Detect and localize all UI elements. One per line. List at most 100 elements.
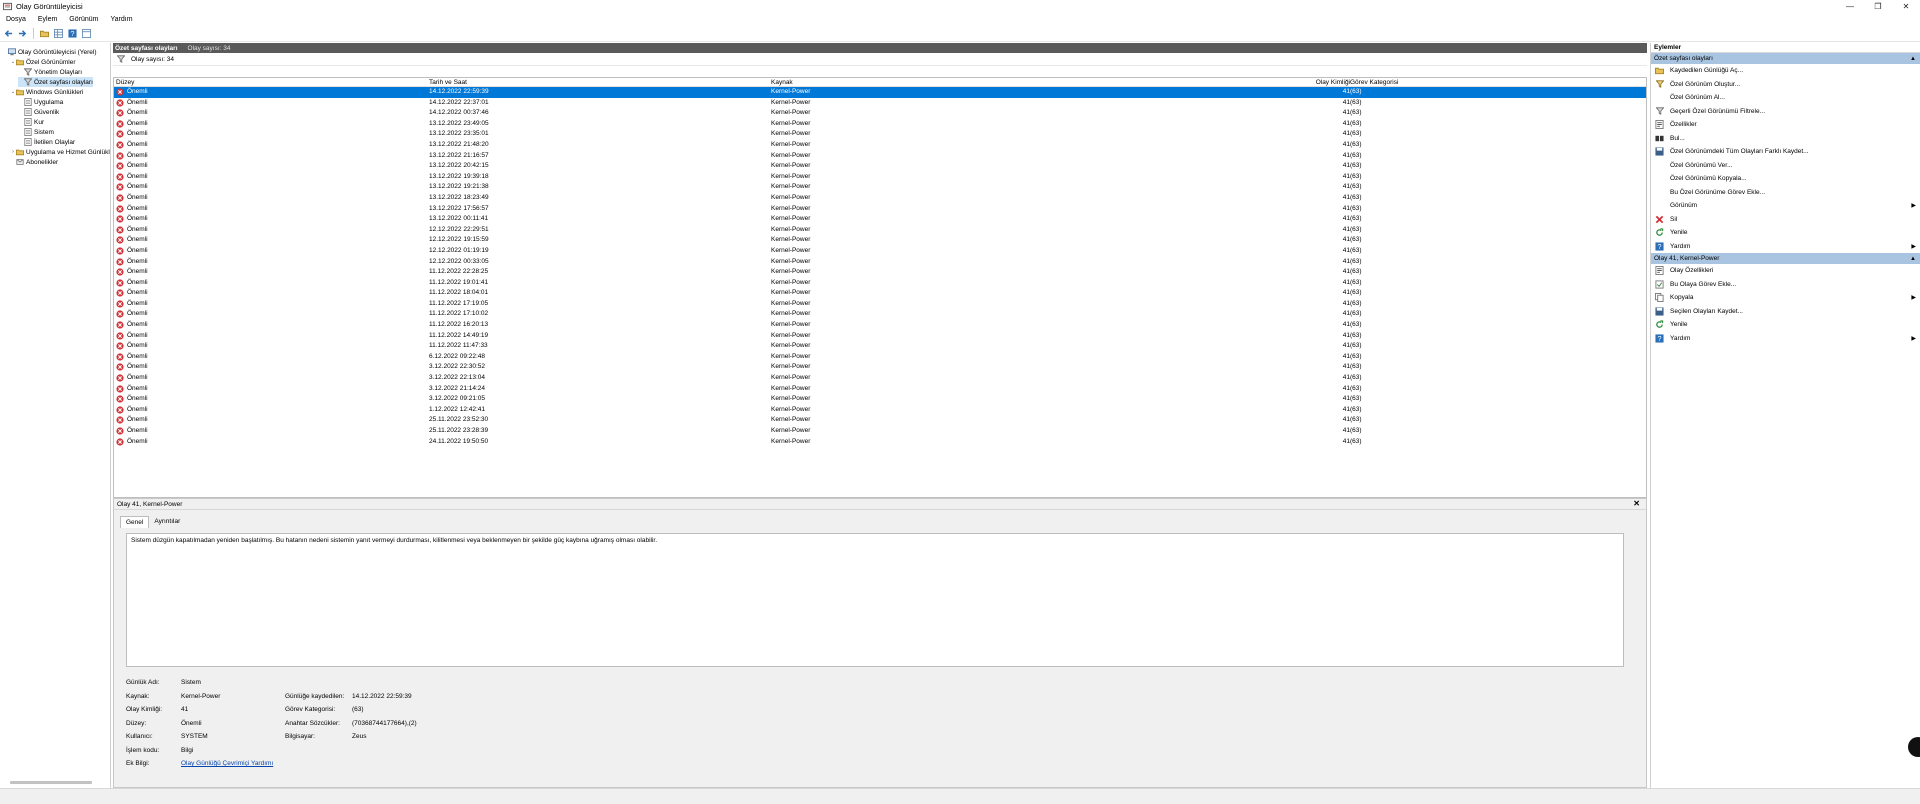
minimize-button[interactable]: —	[1836, 0, 1864, 13]
table-row[interactable]: Önemli 12.12.2022 00:33:05 Kernel-Power 41(…	[114, 257, 1646, 268]
event-description[interactable]: Sistem düzgün kapatılmadan yeniden başla…	[126, 533, 1624, 667]
table-row[interactable]: Önemli 3.12.2022 22:30:52 Kernel-Power 41 (6…	[114, 362, 1646, 373]
column-header-task-category[interactable]: Görev Kategorisi	[1350, 79, 1398, 86]
table-row[interactable]: Önemli 24.11.2022 19:50:50 Kernel-Power 41(…	[114, 437, 1646, 448]
action-item[interactable]: Yenile	[1651, 226, 1920, 240]
action-item[interactable]: Özel Görünüm Oluştur...	[1651, 78, 1920, 92]
action-item[interactable]: Olay Özellikleri	[1651, 264, 1920, 278]
action-item[interactable]: Kopyala ▶	[1651, 291, 1920, 305]
column-header-source[interactable]: Kaynak	[771, 79, 793, 86]
back-icon[interactable]	[3, 28, 14, 39]
table-row[interactable]: Önemli 11.12.2022 16:20:13 Kernel-Power 41(…	[114, 320, 1646, 331]
action-item[interactable]: Yenile	[1651, 318, 1920, 332]
menu-help[interactable]: Yardım	[104, 16, 138, 23]
table-row[interactable]: Önemli 13.12.2022 19:21:38 Kernel-Power 41(…	[114, 182, 1646, 193]
table-row[interactable]: Önemli 11.12.2022 17:10:02 Kernel-Power 41(…	[114, 309, 1646, 320]
tree-item[interactable]: Yönetim Olayları	[18, 67, 82, 77]
table-row[interactable]: Önemli 13.12.2022 21:48:20 Kernel-Power 41(…	[114, 140, 1646, 151]
menu-action[interactable]: Eylem	[32, 16, 63, 23]
table-row[interactable]: Önemli 1.12.2022 12:42:41 Kernel-Power 41 (6…	[114, 405, 1646, 416]
close-icon[interactable]: ✕	[1633, 499, 1640, 508]
tab-details[interactable]: Ayrıntılar	[149, 516, 185, 528]
action-item[interactable]: Özel Görünümdeki Tüm Olayları Farklı Kay…	[1651, 145, 1920, 159]
cell-event-id: 41	[1342, 119, 1350, 127]
table-row[interactable]: Önemli 13.12.2022 17:56:57 Kernel-Power 41(…	[114, 204, 1646, 215]
table-row[interactable]: Önemli 13.12.2022 00:11:41 Kernel-Power 41(…	[114, 214, 1646, 225]
table-row[interactable]: Önemli 3.12.2022 22:13:04 Kernel-Power 41 (6…	[114, 373, 1646, 384]
cell-task-category: (63)	[1350, 289, 1362, 297]
action-item[interactable]: Kaydedilen Günlüğü Aç...	[1651, 64, 1920, 78]
column-header-level[interactable]: Düzey	[116, 79, 134, 86]
table-row[interactable]: Önemli 11.12.2022 14:49:19 Kernel-Power 41(…	[114, 331, 1646, 342]
table-row[interactable]: Önemli 13.12.2022 19:39:18 Kernel-Power 41(…	[114, 172, 1646, 183]
event-id-label: Olay Kimliği:	[126, 706, 163, 713]
table-row[interactable]: Önemli 13.12.2022 23:49:05 Kernel-Power 41(…	[114, 119, 1646, 130]
table-row[interactable]: Önemli 14.12.2022 22:37:01 Kernel-Power 41(…	[114, 98, 1646, 109]
tree-item[interactable]: ⌄ Windows Günlükleri	[10, 87, 84, 97]
action-item[interactable]: ? Yardım ▶	[1651, 332, 1920, 346]
action-item[interactable]: Sil	[1651, 213, 1920, 227]
level-value: Önemli	[181, 720, 202, 727]
menu-view[interactable]: Görünüm	[63, 16, 104, 23]
horizontal-scrollbar[interactable]	[10, 781, 92, 784]
action-item[interactable]: ? Yardım ▶	[1651, 240, 1920, 254]
tree-item[interactable]: Sistem	[18, 127, 54, 137]
table-row[interactable]: Önemli 14.12.2022 00:37:46 Kernel-Power 41(…	[114, 108, 1646, 119]
column-header-date[interactable]: Tarih ve Saat	[429, 79, 467, 86]
actions-section-view[interactable]: Özet sayfası olayları ▲	[1651, 53, 1920, 64]
table-row[interactable]: Önemli 11.12.2022 18:04:01 Kernel-Power 41(…	[114, 288, 1646, 299]
status-bar	[0, 788, 1920, 804]
table-row[interactable]: Önemli 11.12.2022 19:01:41 Kernel-Power 41(…	[114, 278, 1646, 289]
close-button[interactable]: ✕	[1892, 0, 1920, 13]
table-row[interactable]: Önemli 13.12.2022 18:23:49 Kernel-Power 41(…	[114, 193, 1646, 204]
collapse-icon[interactable]: ▲	[1910, 56, 1916, 62]
help-icon[interactable]: ?	[67, 28, 78, 39]
folder-icon[interactable]	[39, 28, 50, 39]
tree-item[interactable]: Olay Görüntüleyicisi (Yerel)	[2, 47, 97, 57]
tab-general[interactable]: Genel	[120, 516, 150, 528]
action-item[interactable]: Görünüm ▶	[1651, 199, 1920, 213]
tree-item[interactable]: Özet sayfası olayları	[18, 77, 93, 87]
action-item[interactable]: Geçerli Özel Görünümü Filtrele...	[1651, 105, 1920, 119]
grid-view-icon[interactable]	[53, 28, 64, 39]
action-item[interactable]: Bul...	[1651, 132, 1920, 146]
table-row[interactable]: Önemli 14.12.2022 22:59:39 Kernel-Power 41(…	[114, 87, 1646, 98]
show-hide-pane-icon[interactable]	[81, 28, 92, 39]
actions-section-event[interactable]: Olay 41, Kernel-Power ▲	[1651, 253, 1920, 264]
forward-icon[interactable]	[17, 28, 28, 39]
table-row[interactable]: Önemli 11.12.2022 17:19:05 Kernel-Power 41(…	[114, 299, 1646, 310]
table-row[interactable]: Önemli 12.12.2022 01:19:19 Kernel-Power 41(…	[114, 246, 1646, 257]
action-item[interactable]: Seçilen Olayları Kaydet...	[1651, 305, 1920, 319]
table-row[interactable]: Önemli 6.12.2022 09:22:48 Kernel-Power 41 (6…	[114, 352, 1646, 363]
action-label: Yardım	[1670, 242, 1691, 250]
tree-item[interactable]: Uygulama	[18, 97, 63, 107]
maximize-button[interactable]: ❐	[1864, 0, 1892, 13]
action-item[interactable]: Özel Görünümü Ver...	[1651, 159, 1920, 173]
action-item[interactable]: Bu Özel Görünüme Görev Ekle...	[1651, 186, 1920, 200]
action-item[interactable]: Özellikler	[1651, 118, 1920, 132]
table-row[interactable]: Önemli 13.12.2022 20:42:15 Kernel-Power 41(…	[114, 161, 1646, 172]
tree-item[interactable]: ⌄ Özel Görünümler	[10, 57, 76, 67]
online-help-link[interactable]: Olay Günlüğü Çevrimiçi Yardımı	[181, 760, 273, 767]
table-row[interactable]: Önemli 13.12.2022 23:35:01 Kernel-Power 41(…	[114, 129, 1646, 140]
column-header-event-id[interactable]: Olay Kimliği	[1316, 79, 1350, 86]
table-row[interactable]: Önemli 3.12.2022 21:14:24 Kernel-Power 41 (6…	[114, 384, 1646, 395]
table-row[interactable]: Önemli 25.11.2022 23:52:30 Kernel-Power 41(…	[114, 415, 1646, 426]
table-row[interactable]: Önemli 12.12.2022 22:29:51 Kernel-Power 41(…	[114, 225, 1646, 236]
table-row[interactable]: Önemli 13.12.2022 21:16:57 Kernel-Power 41(…	[114, 151, 1646, 162]
tree-item[interactable]: › Uygulama ve Hizmet Günlükl	[10, 147, 110, 157]
table-row[interactable]: Önemli 12.12.2022 19:15:59 Kernel-Power 41(…	[114, 235, 1646, 246]
tree-item[interactable]: Abonelikler	[10, 157, 58, 167]
table-row[interactable]: Önemli 11.12.2022 22:28:25 Kernel-Power 41(…	[114, 267, 1646, 278]
menu-file[interactable]: Dosya	[0, 16, 32, 23]
tree-item[interactable]: Güvenlik	[18, 107, 59, 117]
collapse-icon[interactable]: ▲	[1910, 256, 1916, 262]
table-row[interactable]: Önemli 3.12.2022 09:21:05 Kernel-Power 41 (6…	[114, 394, 1646, 405]
table-row[interactable]: Önemli 25.11.2022 23:28:39 Kernel-Power 41(…	[114, 426, 1646, 437]
tree-item[interactable]: İletilen Olaylar	[18, 137, 75, 147]
action-item[interactable]: Özel Görünümü Kopyala...	[1651, 172, 1920, 186]
tree-item[interactable]: Kur	[18, 117, 44, 127]
table-row[interactable]: Önemli 11.12.2022 11:47:33 Kernel-Power 41(…	[114, 341, 1646, 352]
action-item[interactable]: Özel Görünüm Al...	[1651, 91, 1920, 105]
action-item[interactable]: Bu Olaya Görev Ekle...	[1651, 278, 1920, 292]
